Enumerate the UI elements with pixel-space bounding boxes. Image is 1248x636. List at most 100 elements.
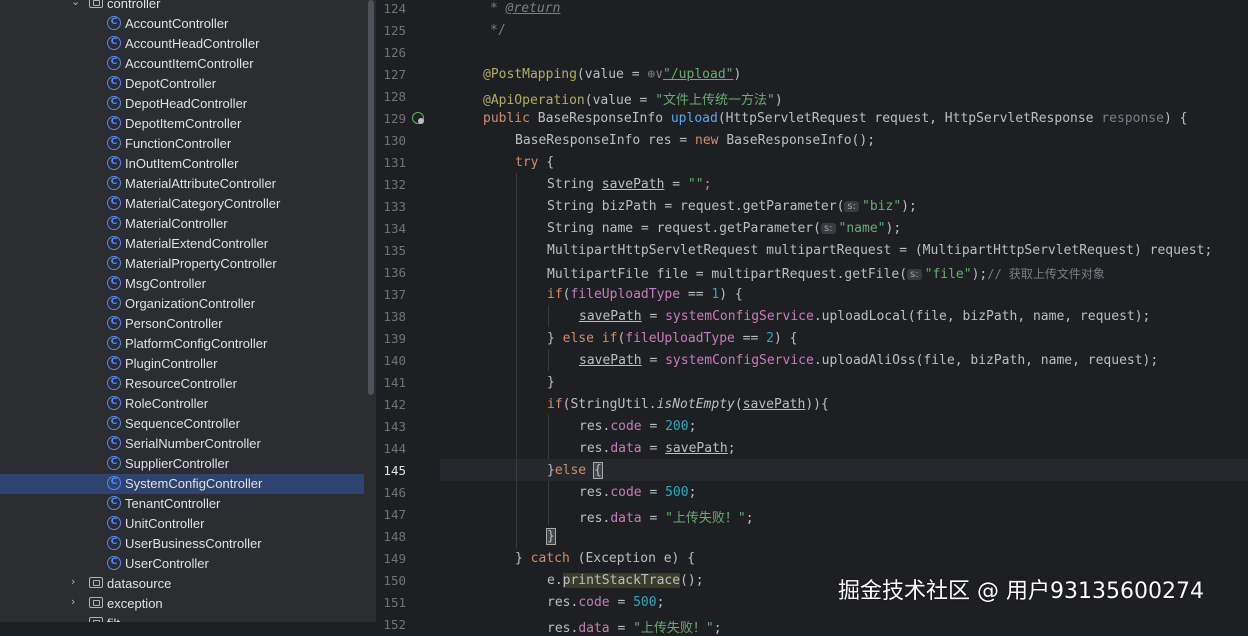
tree-item-account-head-controller[interactable]: C AccountHeadController	[0, 34, 364, 54]
tree-item-unit-controller[interactable]: C UnitController	[0, 514, 364, 534]
tree-item-label: MaterialController	[125, 216, 228, 231]
code-line-143: res.code = 200;	[579, 419, 697, 434]
tree-item-depot-item-controller[interactable]: C DepotItemController	[0, 114, 364, 134]
class-icon: C	[107, 476, 121, 490]
chevron-right-icon[interactable]: ›	[71, 595, 75, 608]
tree-item-supplier-controller[interactable]: C SupplierController	[0, 454, 364, 474]
tree-item-label: MaterialAttributeController	[125, 176, 277, 191]
tree-item-user-business-controller[interactable]: C UserBusinessController	[0, 534, 364, 554]
tree-item-material-attribute-controller[interactable]: C MaterialAttributeController	[0, 174, 364, 194]
tree-item-function-controller[interactable]: C FunctionController	[0, 134, 364, 154]
class-icon: C	[107, 156, 121, 170]
tree-item-material-property-controller[interactable]: C MaterialPropertyController	[0, 254, 364, 274]
code-line-144: res.data = savePath;	[579, 441, 736, 456]
tree-item-account-controller[interactable]: C AccountController	[0, 14, 364, 34]
tree-item-material-controller[interactable]: C MaterialController	[0, 214, 364, 234]
line-number: 137	[383, 287, 406, 302]
tree-folder-controller[interactable]: ⌄ controller	[0, 0, 364, 14]
tree-item-depot-head-controller[interactable]: C DepotHeadController	[0, 94, 364, 114]
tree-item-role-controller[interactable]: C RoleController	[0, 394, 364, 414]
class-icon: C	[107, 376, 121, 390]
param-hint: s:	[820, 223, 836, 234]
class-icon: C	[107, 556, 121, 570]
tree-item-plugin-controller[interactable]: C PluginController	[0, 354, 364, 374]
chevron-down-icon[interactable]: ⌄	[71, 0, 80, 8]
class-icon: C	[107, 436, 121, 450]
line-number: 130	[383, 133, 406, 148]
tree-item-person-controller[interactable]: C PersonController	[0, 314, 364, 334]
endpoint-gutter-icon[interactable]	[412, 112, 424, 124]
tree-item-platform-config-controller[interactable]: C PlatformConfigController	[0, 334, 364, 354]
indent-guide	[548, 305, 549, 327]
code-line-137: if(fileUploadType == 1) {	[547, 287, 743, 302]
line-number: 139	[383, 331, 406, 346]
tree-item-label: SupplierController	[125, 456, 230, 471]
tree-item-label: DepotHeadController	[125, 96, 248, 111]
code-line-134: String name = request.getParameter(s: "na…	[547, 221, 902, 236]
param-hint: s:	[907, 269, 922, 280]
matched-brace: {	[592, 462, 603, 479]
line-number: 125	[383, 23, 406, 38]
code-line-127: @PostMapping(value = ⊕∨"/upload")	[483, 67, 742, 82]
line-number: 142	[383, 397, 406, 412]
line-number: 124	[383, 1, 406, 16]
code-line-150: e.printStackTrace();	[547, 573, 704, 588]
code-line-152: res.data = "上传失败！";	[547, 621, 722, 636]
tree-item-material-extend-controller[interactable]: C MaterialExtendController	[0, 234, 364, 254]
tree-item-label: AccountController	[125, 16, 229, 31]
tree-item-system-config-controller[interactable]: C SystemConfigController	[0, 474, 364, 494]
class-icon: C	[107, 76, 121, 90]
code-line-147: res.data = "上传失败！";	[579, 511, 754, 526]
tree-item-sequence-controller[interactable]: C SequenceController	[0, 414, 364, 434]
tree-item-depot-controller[interactable]: C DepotController	[0, 74, 364, 94]
indent-guide	[548, 349, 549, 371]
tree-item-serial-number-controller[interactable]: C SerialNumberController	[0, 434, 364, 454]
code-line-138: savePath = systemConfigService.uploadLoc…	[579, 309, 1151, 324]
chevron-right-icon[interactable]: ›	[71, 575, 75, 588]
tree-item-label: MsgController	[125, 276, 206, 291]
tree-item-label: UnitController	[125, 516, 205, 531]
tree-folder-label: exception	[107, 596, 163, 611]
tree-item-organization-controller[interactable]: C OrganizationController	[0, 294, 364, 314]
line-number: 151	[383, 595, 406, 610]
code-line-131: try {	[515, 155, 555, 170]
line-number: 141	[383, 375, 406, 390]
tree-item-user-controller[interactable]: C UserController	[0, 554, 364, 574]
tree-folder-filter[interactable]: ⌄ filt	[0, 614, 364, 622]
class-icon: C	[107, 196, 121, 210]
code-line-136: MultipartFile file = multipartRequest.ge…	[547, 267, 1105, 282]
chevron-down-icon[interactable]: ⌄	[71, 615, 80, 622]
tree-item-label: MaterialExtendController	[125, 236, 269, 251]
tree-scrollbar[interactable]	[368, 0, 374, 395]
tree-item-account-item-controller[interactable]: C AccountItemController	[0, 54, 364, 74]
tree-item-label: AccountHeadController	[125, 36, 260, 51]
tree-item-label: OrganizationController	[125, 296, 256, 311]
tree-item-resource-controller[interactable]: C ResourceController	[0, 374, 364, 394]
code-line-139: } else if(fileUploadType == 2) {	[547, 331, 798, 346]
tree-item-label: ResourceController	[125, 376, 237, 391]
tree-item-msg-controller[interactable]: C MsgController	[0, 274, 364, 294]
tree-folder-exception[interactable]: › exception	[0, 594, 364, 614]
code-line-125: */	[490, 23, 506, 38]
tree-item-material-category-controller[interactable]: C MaterialCategoryController	[0, 194, 364, 214]
folder-icon	[89, 617, 103, 622]
line-number: 129	[383, 111, 406, 126]
tree-item-label: RoleController	[125, 396, 209, 411]
tree-item-inout-item-controller[interactable]: C InOutItemController	[0, 154, 364, 174]
tree-item-label: DepotItemController	[125, 116, 242, 131]
folder-icon	[89, 0, 103, 8]
tree-item-label: InOutItemController	[125, 156, 239, 171]
line-number: 131	[383, 155, 406, 170]
class-icon: C	[107, 416, 121, 430]
tree-item-label: PersonController	[125, 316, 223, 331]
tree-item-tenant-controller[interactable]: C TenantController	[0, 494, 364, 514]
code-line-130: BaseResponseInfo res = new BaseResponseI…	[515, 133, 876, 148]
line-number: 143	[383, 419, 406, 434]
watermark: 掘金技术社区 @ 用户93135600274	[838, 579, 1204, 604]
line-number: 136	[383, 265, 406, 280]
tree-folder-datasource[interactable]: › datasource	[0, 574, 364, 594]
globe-endpoint-icon: ⊕∨	[647, 67, 664, 82]
line-number: 126	[383, 45, 406, 60]
indent-guide	[548, 481, 549, 525]
code-line-133: String bizPath = request.getParameter(s:…	[547, 199, 917, 214]
